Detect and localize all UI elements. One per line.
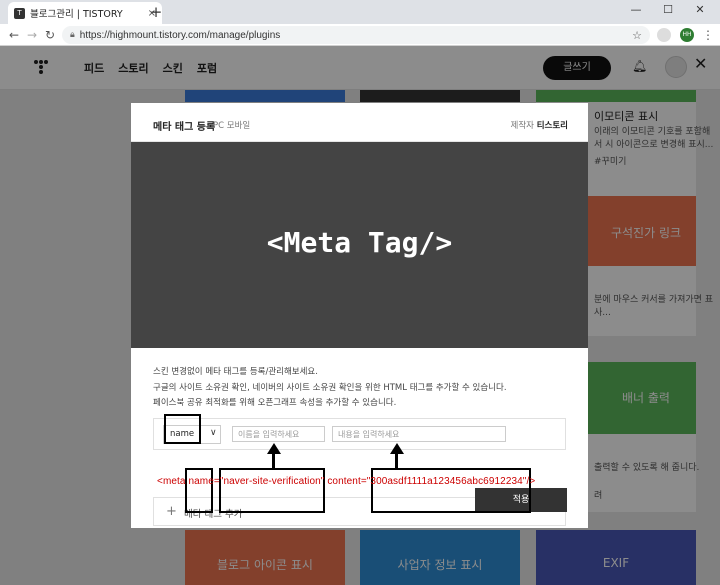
tab-title: 블로그관리 | TISTORY [30,9,123,20]
close-window-button[interactable]: ✕ [684,2,716,18]
content-input[interactable]: 내용을 입력하세요 [332,426,506,442]
modal-maker: 제작자 티스토리 [511,119,568,131]
name-input[interactable]: 이름을 입력하세요 [232,426,325,442]
chevron-down-icon: ∨ [210,428,217,438]
plugin-description: 스킨 변경없이 메타 태그를 등록/관리해보세요. 구글의 사이트 소유권 확인… [153,365,507,412]
tistory-page: 피드 스토리 스킨 포럼 글쓰기 🔔︎ ✕ 이모티콘 표시 이래의 이모티콘 기… [0,46,720,585]
arrow-shaft [395,453,398,469]
banner-text: <Meta Tag/> [266,226,453,259]
meta-tag-example: <meta name="naver-site-verification" con… [157,476,536,487]
new-tab-button[interactable]: + [148,4,164,20]
browser-tab[interactable]: T 블로그관리 | TISTORY × [8,2,162,24]
back-arrow-icon[interactable]: ← [6,27,22,43]
lock-icon: 🔒︎ [70,30,75,40]
plus-icon: + [166,504,177,519]
tistory-favicon-icon: T [14,7,25,19]
description-line: 스킨 변경없이 메타 태그를 등록/관리해보세요. [153,367,318,377]
name-highlight-box [185,468,213,513]
select-highlight-box [164,414,201,444]
description-line: 구글의 사이트 소유권 확인, 네이버의 사이트 소유권 확인을 위한 HTML… [153,382,507,393]
verification-highlight-box [219,468,325,513]
maker-name: 티스토리 [536,121,568,131]
url-omnibox[interactable]: 🔒︎ https://highmount.tistory.com/manage/… [62,26,650,44]
modal-header: 메타 태그 등록 PC 모바일 제작자 티스토리 [131,103,588,142]
meta-tag-modal: 메타 태그 등록 PC 모바일 제작자 티스토리 <Meta Tag/> 스킨 … [131,103,588,528]
maximize-button[interactable]: ☐ [652,2,684,18]
browser-menu-icon[interactable]: ⋮ [700,27,716,43]
maker-label: 제작자 [510,121,535,131]
content-highlight-box [371,468,531,513]
profile-avatar[interactable]: HH [680,28,694,42]
forward-arrow-icon[interactable]: → [24,27,40,43]
address-bar: ← → ↻ 🔒︎ https://highmount.tistory.com/m… [0,24,720,46]
description-line: 페이스북 공유 최적화를 위해 오픈그래프 속성을 추가할 수 있습니다. [153,398,397,408]
meta-tag-row: name ∨ 이름을 입력하세요 내용을 입력하세요 [153,418,566,450]
url-text[interactable]: https://highmount.tistory.com/manage/plu… [80,30,627,41]
window-controls: — ☐ ✕ [620,2,716,18]
modal-subtitle: PC 모바일 [213,121,251,131]
reload-icon[interactable]: ↻ [42,27,58,43]
extension-icon[interactable] [657,28,671,42]
plugin-banner: <Meta Tag/> [131,142,588,348]
browser-tab-bar: T 블로그관리 | TISTORY × + — ☐ ✕ [0,0,720,24]
bookmark-star-icon[interactable]: ☆ [632,29,642,42]
arrow-shaft [272,453,275,469]
minimize-button[interactable]: — [620,2,652,18]
modal-title: 메타 태그 등록 [153,122,216,133]
